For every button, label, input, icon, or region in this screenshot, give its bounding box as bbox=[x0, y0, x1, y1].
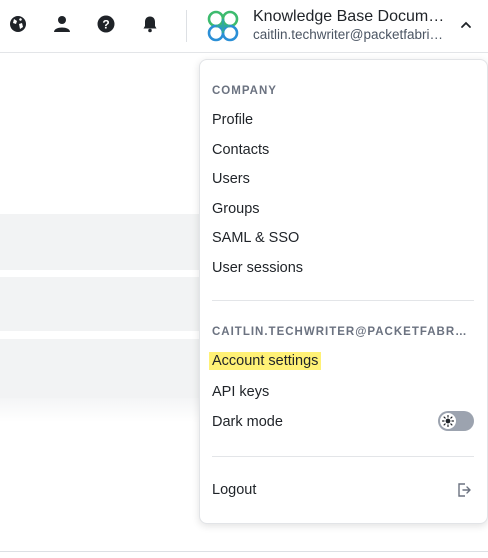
bottom-divider bbox=[0, 551, 488, 552]
svg-text:?: ? bbox=[102, 18, 109, 32]
header-separator bbox=[186, 10, 187, 42]
bell-icon[interactable] bbox=[139, 13, 161, 35]
menu-item-saml-sso[interactable]: SAML & SSO bbox=[212, 230, 299, 246]
sun-icon bbox=[440, 413, 456, 429]
background-panel-2 bbox=[0, 277, 200, 331]
company-logo-icon bbox=[207, 10, 239, 42]
account-switcher[interactable]: Knowledge Base Documentation caitlin.tec… bbox=[205, 6, 488, 46]
user-heading: CAITLIN.TECHWRITER@PACKETFABRIC.COM bbox=[212, 326, 470, 338]
menu-item-user-sessions[interactable]: User sessions bbox=[212, 260, 303, 276]
menu-item-logout[interactable]: Logout bbox=[212, 482, 256, 498]
menu-item-users[interactable]: Users bbox=[212, 171, 250, 187]
company-heading: COMPANY bbox=[212, 85, 277, 97]
top-bar: ? Knowledge Base Documentation caitlin.t… bbox=[0, 0, 488, 53]
account-dropdown-menu: COMPANY Profile Contacts Users Groups SA… bbox=[199, 59, 488, 524]
menu-divider-2 bbox=[212, 456, 474, 457]
menu-divider bbox=[212, 300, 474, 301]
globe-icon[interactable] bbox=[7, 13, 29, 35]
menu-item-profile[interactable]: Profile bbox=[212, 112, 253, 128]
background-shadow bbox=[0, 398, 200, 422]
dark-mode-toggle[interactable] bbox=[438, 411, 474, 431]
background-panel-1 bbox=[0, 214, 200, 270]
menu-item-api-keys[interactable]: API keys bbox=[212, 384, 269, 400]
menu-item-dark-mode: Dark mode bbox=[212, 414, 283, 430]
chevron-up-icon[interactable] bbox=[459, 18, 473, 32]
menu-item-contacts[interactable]: Contacts bbox=[212, 142, 269, 158]
account-title: Knowledge Base Documentation bbox=[253, 8, 449, 25]
user-icon[interactable] bbox=[51, 13, 73, 35]
menu-item-groups[interactable]: Groups bbox=[212, 201, 260, 217]
help-icon[interactable]: ? bbox=[95, 13, 117, 35]
menu-item-account-settings[interactable]: Account settings bbox=[209, 352, 322, 370]
account-settings-label: Account settings bbox=[209, 352, 322, 370]
background-panel-3 bbox=[0, 339, 200, 398]
logout-icon[interactable] bbox=[456, 482, 472, 498]
account-email: caitlin.techwriter@packetfabric.com bbox=[253, 27, 449, 42]
